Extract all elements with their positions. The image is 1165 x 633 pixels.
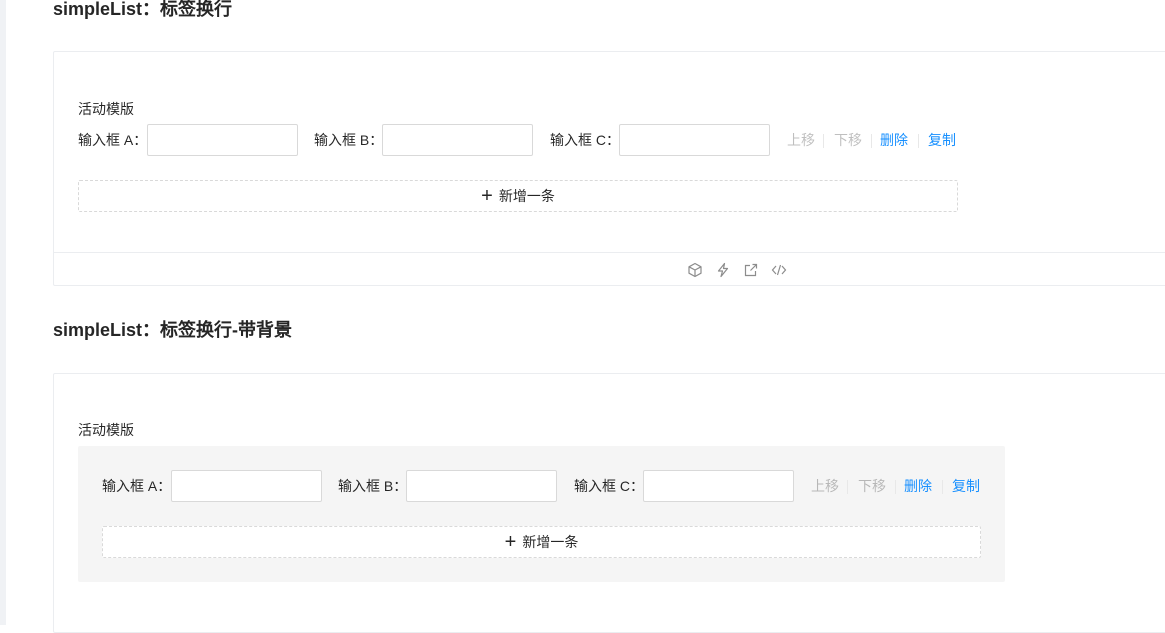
input-b-field[interactable] — [406, 470, 557, 502]
action-divider — [918, 134, 919, 148]
demo-card: 活动模版 输入框 A： 输入框 B： 输入框 C： 上移 下移 删除 复制 + … — [53, 51, 1165, 286]
input-b-label: 输入框 B： — [314, 132, 384, 148]
list-item-row: 输入框 A： 输入框 B： 输入框 C： 上移 下移 删除 复制 — [102, 470, 1002, 502]
move-down-button[interactable]: 下移 — [834, 124, 862, 156]
thunderbolt-icon[interactable] — [715, 262, 731, 278]
delete-button[interactable]: 删除 — [880, 124, 908, 156]
form-item-label: 活动模版 — [78, 101, 134, 117]
action-divider — [895, 480, 896, 494]
demo-card-footer — [54, 252, 1165, 285]
add-item-label: 新增一条 — [522, 534, 579, 550]
add-item-button[interactable]: + 新增一条 — [102, 526, 981, 558]
input-a-field[interactable] — [147, 124, 298, 156]
move-up-button[interactable]: 上移 — [787, 124, 815, 156]
input-b-label: 输入框 B： — [338, 478, 408, 494]
add-item-label: 新增一条 — [498, 188, 555, 204]
plus-icon: + — [481, 185, 493, 207]
action-divider — [847, 480, 848, 494]
delete-button[interactable]: 删除 — [904, 470, 932, 502]
input-c-field[interactable] — [643, 470, 794, 502]
section-title: simpleList：标签换行-带背景 — [53, 320, 293, 340]
codesandbox-icon[interactable] — [687, 262, 703, 278]
input-b-field[interactable] — [382, 124, 533, 156]
input-c-label: 输入框 C： — [550, 132, 620, 148]
plus-icon: + — [504, 531, 517, 553]
form-item-label: 活动模版 — [78, 422, 134, 438]
section-title: simpleList：标签换行 — [53, 0, 233, 19]
copy-button[interactable]: 复制 — [952, 470, 980, 502]
action-divider — [942, 480, 943, 494]
code-icon[interactable] — [771, 262, 787, 278]
input-a-field[interactable] — [171, 470, 322, 502]
action-divider — [871, 134, 872, 148]
copy-button[interactable]: 复制 — [928, 124, 956, 156]
input-c-field[interactable] — [619, 124, 770, 156]
input-a-label: 输入框 A： — [78, 132, 148, 148]
action-divider — [823, 134, 824, 148]
list-background-box: 输入框 A： 输入框 B： 输入框 C： 上移 下移 删除 复制 + 新增一条 — [78, 446, 1005, 582]
list-item-row: 输入框 A： 输入框 B： 输入框 C： 上移 下移 删除 复制 — [78, 124, 978, 156]
move-down-button[interactable]: 下移 — [858, 470, 886, 502]
demo-card: 活动模版 输入框 A： 输入框 B： 输入框 C： 上移 下移 删除 复制 + … — [53, 373, 1165, 633]
add-item-button[interactable]: + 新增一条 — [78, 180, 958, 212]
input-c-label: 输入框 C： — [574, 478, 644, 494]
open-external-icon[interactable] — [743, 262, 759, 278]
left-sidebar-edge — [0, 0, 6, 625]
move-up-button[interactable]: 上移 — [811, 470, 839, 502]
input-a-label: 输入框 A： — [102, 478, 172, 494]
